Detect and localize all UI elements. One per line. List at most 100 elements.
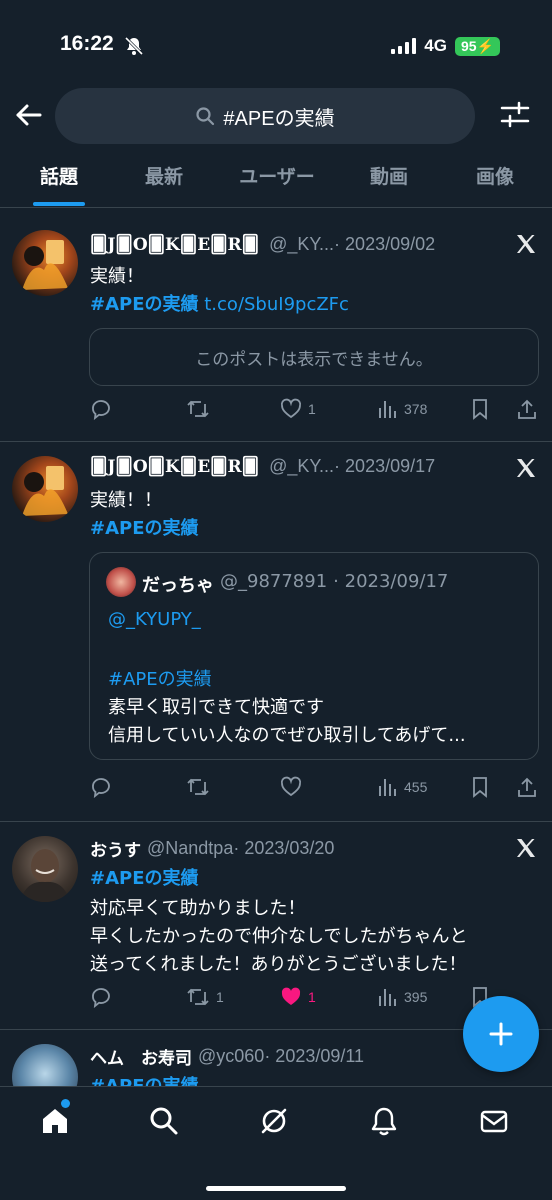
- filter-sliders-icon[interactable]: [500, 100, 530, 130]
- user-handle[interactable]: @Nandtpa: [147, 838, 233, 859]
- post-actions: 1 378: [90, 398, 540, 424]
- search-header: #APEの実績: [0, 86, 552, 146]
- tab-users[interactable]: ユーザー: [239, 162, 315, 189]
- tab-videos[interactable]: 動画: [370, 162, 408, 189]
- like-count: 1: [308, 401, 316, 417]
- reply-button[interactable]: [90, 776, 112, 798]
- hashtag-link[interactable]: #APEの実績: [90, 868, 199, 889]
- post-hashtag-line: #APEの実績 t.co/SbuI9pcZFc: [90, 290, 349, 316]
- repost-count: 1: [216, 989, 224, 1005]
- display-name[interactable]: 🂠J🂠O🂠K🂠E🂠R🂠: [90, 457, 259, 477]
- post-text: 実績！！: [90, 490, 162, 511]
- reply-button[interactable]: [90, 986, 112, 1008]
- user-handle[interactable]: @_KY...: [269, 456, 334, 477]
- share-icon[interactable]: [516, 776, 538, 798]
- heart-filled-icon: [281, 987, 301, 1005]
- quoted-handle: @_9877891: [220, 571, 328, 592]
- repost-icon: [187, 778, 209, 796]
- x-logo-icon: [517, 839, 535, 857]
- heart-icon: [280, 776, 302, 797]
- active-tab-indicator: [33, 202, 85, 206]
- repost-button[interactable]: 1: [186, 986, 224, 1008]
- post-item[interactable]: 🂠J🂠O🂠K🂠E🂠R🂠 @_KY... · 2023/09/02 実績！ #AP…: [0, 216, 552, 442]
- views-chart-icon: [379, 401, 396, 418]
- quoted-hashtag[interactable]: #APEの実績: [108, 665, 212, 691]
- views-count: 455: [404, 779, 428, 795]
- messages-envelope-icon[interactable]: [478, 1105, 510, 1137]
- network-type: 4G: [424, 36, 447, 55]
- quoted-text-line-1: 素早く取引できて快適です: [108, 697, 324, 718]
- user-handle[interactable]: @_KY...: [269, 234, 334, 255]
- repost-button[interactable]: [186, 398, 210, 420]
- bookmark-icon[interactable]: [470, 776, 490, 798]
- post-actions: 455: [90, 776, 540, 802]
- url-link[interactable]: t.co/SbuI9pcZFc: [204, 294, 349, 315]
- status-indicators: 4G 95⚡: [391, 36, 500, 56]
- views-button[interactable]: 378: [376, 398, 427, 420]
- views-chart-icon: [379, 989, 396, 1006]
- quoted-header: だっちゃ @_9877891 · 2023/09/17: [142, 571, 448, 597]
- repost-button[interactable]: [186, 776, 210, 798]
- quoted-text-line-2: 信用していい人なのでぜひ取引してあげて...: [108, 725, 466, 746]
- status-time: 16:22: [60, 32, 114, 55]
- plus-icon: [489, 1022, 513, 1046]
- post-text: 実績！: [90, 266, 144, 287]
- post-item[interactable]: 🂠J🂠O🂠K🂠E🂠R🂠 @_KY... · 2023/09/17 実績！！ #A…: [0, 442, 552, 822]
- home-indicator-bar: [206, 1186, 346, 1191]
- user-handle[interactable]: @yc060: [198, 1046, 264, 1067]
- hashtag-link[interactable]: #APEの実績: [90, 518, 199, 539]
- reply-button[interactable]: [90, 398, 112, 420]
- post-header: 🂠J🂠O🂠K🂠E🂠R🂠 @_KY... · 2023/09/02: [90, 234, 435, 255]
- views-count: 395: [404, 989, 428, 1005]
- search-icon[interactable]: [148, 1105, 180, 1137]
- home-icon[interactable]: [39, 1105, 71, 1137]
- quoted-avatar: [106, 567, 136, 597]
- notifications-bell-icon[interactable]: [368, 1105, 400, 1137]
- search-input[interactable]: #APEの実績: [55, 88, 475, 144]
- share-icon[interactable]: [516, 398, 538, 420]
- status-bar: 16:22 4G 95⚡: [0, 0, 552, 84]
- quoted-post[interactable]: だっちゃ @_9877891 · 2023/09/17 @_KYUPY_ #AP…: [89, 552, 539, 760]
- reply-icon: [92, 400, 110, 420]
- search-query: #APEの実績: [223, 107, 335, 130]
- grok-icon[interactable]: [258, 1105, 290, 1137]
- post-text-line-3: 送ってくれました！ありがとうございました！: [90, 954, 467, 975]
- repost-icon: [187, 988, 209, 1006]
- like-count: 1: [308, 989, 316, 1005]
- hashtag-link[interactable]: #APEの実績: [90, 294, 199, 315]
- post-text-line-2: 早くしたかったので仲介なしでしたがちゃんと: [90, 926, 468, 947]
- post-item[interactable]: おうす @Nandtpa · 2023/03/20 #APEの実績 対応早くて助…: [0, 822, 552, 1030]
- heart-icon: [280, 398, 302, 419]
- display-name[interactable]: ヘム お寿司: [90, 1044, 192, 1069]
- avatar[interactable]: [12, 230, 78, 296]
- like-button[interactable]: [280, 776, 302, 798]
- tab-latest[interactable]: 最新: [145, 162, 183, 189]
- back-arrow-icon[interactable]: [12, 98, 46, 132]
- avatar[interactable]: [12, 836, 78, 902]
- compose-post-button[interactable]: [463, 996, 539, 1072]
- post-date: · 2023/09/11: [264, 1046, 365, 1066]
- post-text-line-1: 対応早くて助かりました！: [90, 898, 306, 919]
- quoted-mention[interactable]: @_KYUPY_: [108, 609, 201, 630]
- tab-trending[interactable]: 話題: [40, 162, 78, 189]
- like-button[interactable]: 1: [280, 398, 316, 420]
- post-header: 🂠J🂠O🂠K🂠E🂠R🂠 @_KY... · 2023/09/17: [90, 456, 435, 477]
- bell-muted-icon: [124, 36, 144, 56]
- post-date: · 2023/09/17: [334, 456, 436, 476]
- tab-images[interactable]: 画像: [476, 162, 514, 189]
- post-hashtag-line: #APEの実績: [90, 514, 199, 540]
- views-button[interactable]: 455: [376, 776, 427, 798]
- display-name[interactable]: おうす: [90, 836, 141, 861]
- avatar[interactable]: [12, 1044, 78, 1090]
- unavailable-post-notice: このポストは表示できません。: [89, 328, 539, 386]
- views-chart-icon: [379, 779, 396, 796]
- display-name[interactable]: 🂠J🂠O🂠K🂠E🂠R🂠: [90, 235, 259, 255]
- home-notification-dot: [61, 1099, 70, 1108]
- post-header: ヘム お寿司 @yc060 · 2023/09/11: [90, 1044, 364, 1069]
- bookmark-icon[interactable]: [470, 398, 490, 420]
- post-date: · 2023/03/20: [233, 838, 335, 858]
- like-button-active[interactable]: 1: [280, 986, 316, 1008]
- avatar[interactable]: [12, 456, 78, 522]
- quoted-display-name: だっちゃ: [142, 575, 214, 596]
- views-button[interactable]: 395: [376, 986, 427, 1008]
